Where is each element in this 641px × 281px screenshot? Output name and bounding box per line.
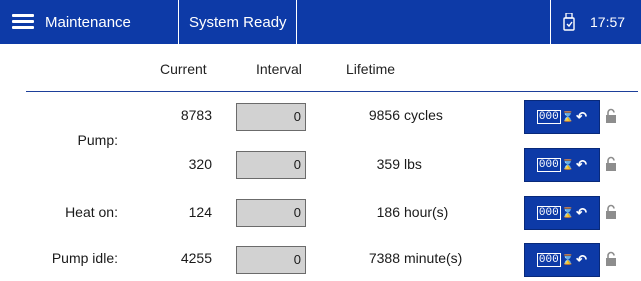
reset-icon: ↶ xyxy=(576,157,588,172)
menu-button[interactable]: Maintenance xyxy=(0,0,178,44)
unit-label: cycles xyxy=(404,107,443,123)
interval-input[interactable]: 0 xyxy=(236,151,306,179)
reset-counter-button[interactable]: 000 ⌛ ↶ xyxy=(524,243,600,277)
lifetime-value: 7388 xyxy=(368,250,400,266)
group-label-pump-idle: Pump idle: xyxy=(51,250,118,266)
reset-counter-button[interactable]: 000 ⌛ ↶ xyxy=(524,196,600,230)
hourglass-icon: ⌛ xyxy=(561,207,575,219)
lifetime-value: 359 xyxy=(376,156,400,172)
usb-drive-icon[interactable] xyxy=(563,0,575,44)
padlock-icon xyxy=(606,108,616,123)
hourglass-icon: ⌛ xyxy=(561,111,575,123)
unit-label: minute(s) xyxy=(404,250,463,266)
reset-counter-button[interactable]: 000 ⌛ ↶ xyxy=(524,148,600,182)
reset-icon: ↶ xyxy=(576,109,588,124)
lifetime-value: 186 xyxy=(376,204,400,220)
screen-title: Maintenance xyxy=(45,13,131,31)
divider xyxy=(178,0,179,44)
reset-icon: ↶ xyxy=(576,205,588,220)
system-status: System Ready xyxy=(189,13,287,31)
reset-counter-button[interactable]: 000 ⌛ ↶ xyxy=(524,100,600,134)
column-header-lifetime: Lifetime xyxy=(346,61,396,77)
lifetime-value: 9856 xyxy=(368,107,400,123)
interval-input[interactable]: 0 xyxy=(236,103,306,131)
divider xyxy=(550,0,551,44)
column-header-interval: Interval xyxy=(256,61,302,77)
interval-input[interactable]: 0 xyxy=(236,246,306,274)
current-value: 4255 xyxy=(180,250,212,266)
padlock-icon xyxy=(606,156,616,171)
divider xyxy=(296,0,297,44)
padlock-icon xyxy=(606,204,616,219)
top-bar: Maintenance System Ready 17:57 xyxy=(0,0,641,44)
header-divider xyxy=(26,91,638,92)
unit-label: hour(s) xyxy=(404,204,449,220)
unit-label: lbs xyxy=(404,156,422,172)
counter-digits: 000 xyxy=(536,110,561,124)
padlock-icon xyxy=(606,251,616,266)
group-label-pump: Pump: xyxy=(77,132,118,148)
group-label-heat-on: Heat on: xyxy=(65,204,118,220)
hourglass-icon: ⌛ xyxy=(561,159,575,171)
current-value: 124 xyxy=(188,204,212,220)
current-value: 320 xyxy=(188,156,212,172)
hamburger-menu-icon xyxy=(12,14,34,30)
counter-digits: 000 xyxy=(536,253,561,267)
current-value: 8783 xyxy=(180,107,212,123)
counter-digits: 000 xyxy=(536,206,561,220)
reset-icon: ↶ xyxy=(576,252,588,267)
clock: 17:57 xyxy=(590,14,626,30)
interval-input[interactable]: 0 xyxy=(236,199,306,227)
hourglass-icon: ⌛ xyxy=(561,254,575,266)
column-header-current: Current xyxy=(160,61,207,77)
counter-digits: 000 xyxy=(536,158,561,172)
